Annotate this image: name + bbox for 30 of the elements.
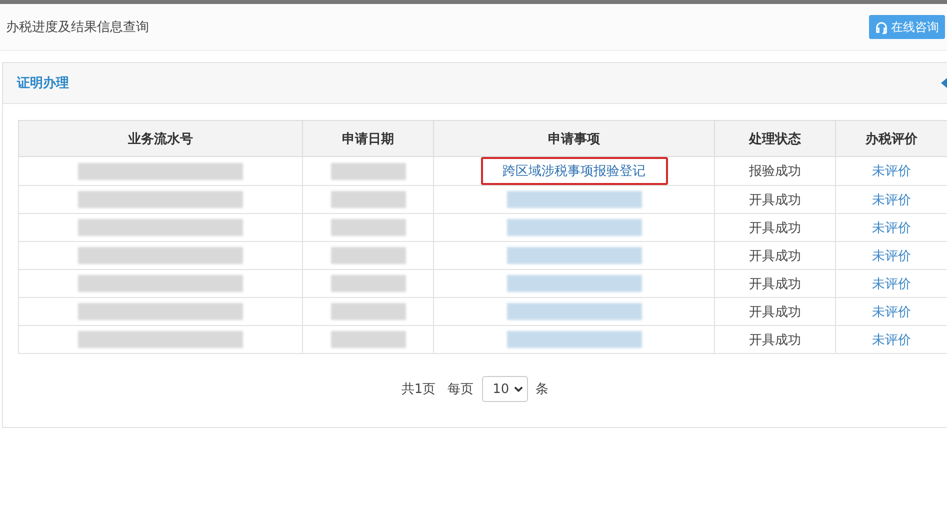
column-header: 申请事项 [434,120,714,156]
column-header: 业务流水号 [18,120,302,156]
page-total: 共1页 [401,381,436,398]
per-page-label: 每页 [448,381,474,398]
status-cell: 开具成功 [714,214,836,242]
column-header: 处理状态 [714,120,836,156]
rating-link[interactable]: 未评价 [872,220,911,236]
status-cell: 开具成功 [714,270,836,298]
page-title: 办税进度及结果信息查询 [6,19,149,36]
consult-button[interactable]: 在线咨询 [869,15,945,39]
status-cell: 开具成功 [714,242,836,270]
status-cell: 报验成功 [714,156,836,186]
panel-title: 证明办理 [17,75,69,92]
per-page-select[interactable]: 10 [482,376,528,402]
unit-label: 条 [536,381,549,398]
rating-link[interactable]: 未评价 [872,164,911,179]
headset-icon [875,20,888,34]
rating-link[interactable]: 未评价 [872,304,911,320]
rating-link[interactable]: 未评价 [872,276,911,292]
collapse-icon[interactable] [941,78,947,88]
chevron-down-icon [514,386,523,392]
rating-link[interactable]: 未评价 [872,248,911,264]
status-cell: 开具成功 [714,186,836,214]
status-cell: 开具成功 [714,326,836,354]
column-header: 申请日期 [302,120,434,156]
column-header: 办税评价 [836,120,947,156]
rating-link[interactable]: 未评价 [872,192,911,208]
rating-link[interactable]: 未评价 [872,332,911,348]
status-cell: 开具成功 [714,298,836,326]
item-link[interactable]: 跨区域涉税事项报验登记 [480,157,668,185]
